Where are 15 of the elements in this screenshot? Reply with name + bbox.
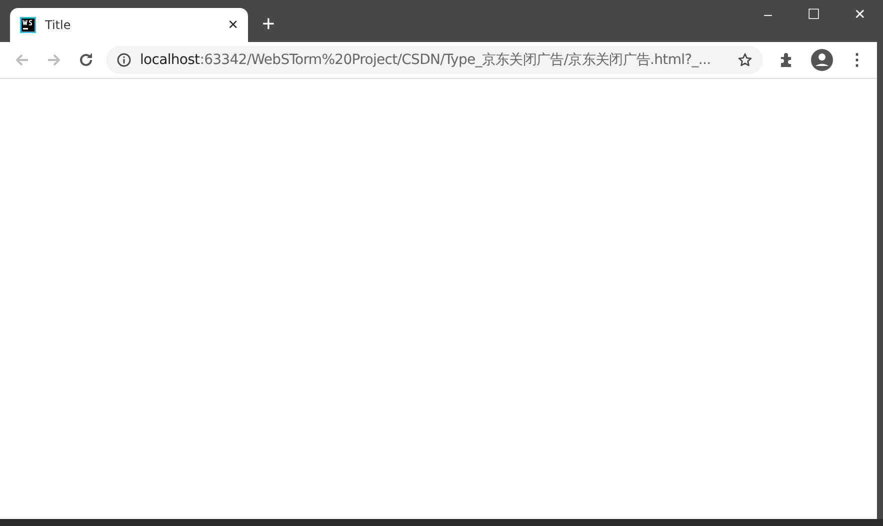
app-logo-icon	[20, 17, 36, 33]
new-tab-button[interactable]: +	[258, 13, 279, 35]
url-text: localhost:63342/WebSTorm%20Project/CSDN/Type_京东关闭广告/京东关闭广告.html?_...	[140, 51, 712, 69]
close-window-button[interactable]: ✕	[837, 0, 883, 28]
browser-tab[interactable]: Title ×	[10, 8, 248, 42]
address-bar[interactable]: localhost:63342/WebSTorm%20Project/CSDN/Type_京东关闭广告/京东关闭广告.html?_...	[106, 46, 763, 74]
menu-button[interactable]: ⋮	[849, 50, 865, 70]
maximize-button[interactable]: ☐	[791, 0, 837, 28]
star-icon[interactable]	[737, 52, 753, 68]
minimize-button[interactable]: –	[745, 0, 791, 28]
close-tab-button[interactable]: ×	[224, 15, 242, 35]
reload-icon[interactable]	[78, 52, 94, 68]
account-icon[interactable]	[811, 49, 833, 71]
info-icon	[117, 53, 131, 67]
tab-title: Title	[45, 18, 72, 32]
